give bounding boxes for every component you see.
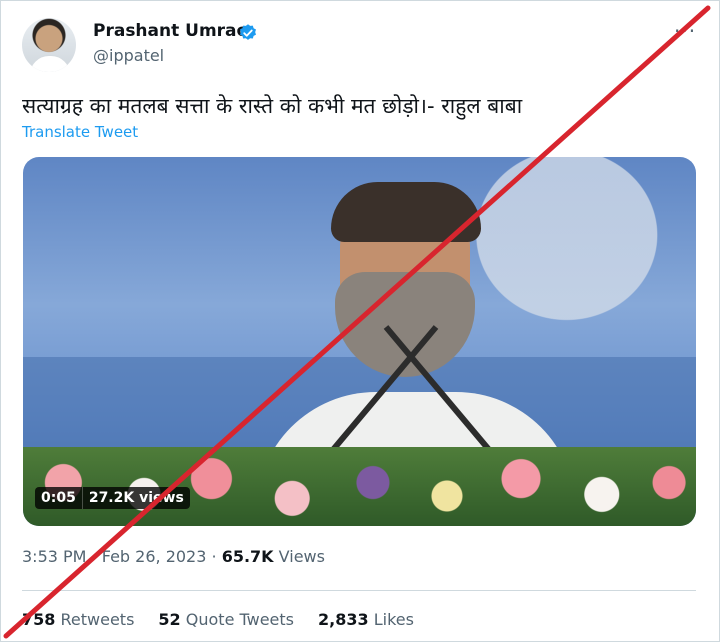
meta-separator: · [91, 547, 97, 566]
verified-check-icon [240, 24, 256, 40]
video-player[interactable]: 0:05 27.2K views [23, 157, 696, 526]
tweet-time[interactable]: 3:53 PM [22, 547, 86, 566]
video-duration: 0:05 [41, 490, 76, 506]
more-options-icon[interactable]: ··· [674, 19, 696, 43]
quotes-count: 52 [158, 610, 181, 629]
retweets-stat[interactable]: 758 Retweets [22, 610, 134, 629]
translate-tweet-link[interactable]: Translate Tweet [22, 123, 138, 141]
retweets-label: Retweets [60, 610, 135, 629]
views-label: Views [278, 547, 325, 566]
divider [22, 590, 696, 591]
likes-stat[interactable]: 2,833 Likes [318, 610, 414, 629]
likes-label: Likes [373, 610, 414, 629]
engagement-stats: 758 Retweets 52 Quote Tweets 2,833 Likes [22, 610, 414, 629]
tweet-date[interactable]: Feb 26, 2023 [102, 547, 207, 566]
tweet-text: सत्याग्रह का मतलब सत्ता के रास्ते को कभी… [22, 94, 523, 118]
speaker-hair [331, 182, 481, 242]
views-count: 65.7K [221, 547, 274, 566]
author-name[interactable]: Prashant Umrao [93, 21, 248, 41]
meta-separator: · [211, 547, 217, 566]
video-views: 27.2K views [81, 487, 190, 509]
quote-tweets-stat[interactable]: 52 Quote Tweets [158, 610, 294, 629]
avatar[interactable] [22, 18, 76, 72]
tweet-meta: 3:53 PM · Feb 26, 2023 · 65.7K Views [22, 547, 325, 566]
author-handle[interactable]: @ippatel [93, 46, 164, 65]
likes-count: 2,833 [318, 610, 369, 629]
retweets-count: 758 [22, 610, 56, 629]
avatar-shoulders [29, 55, 71, 72]
quotes-label: Quote Tweets [185, 610, 294, 629]
video-info-badge: 0:05 27.2K views [35, 487, 190, 509]
